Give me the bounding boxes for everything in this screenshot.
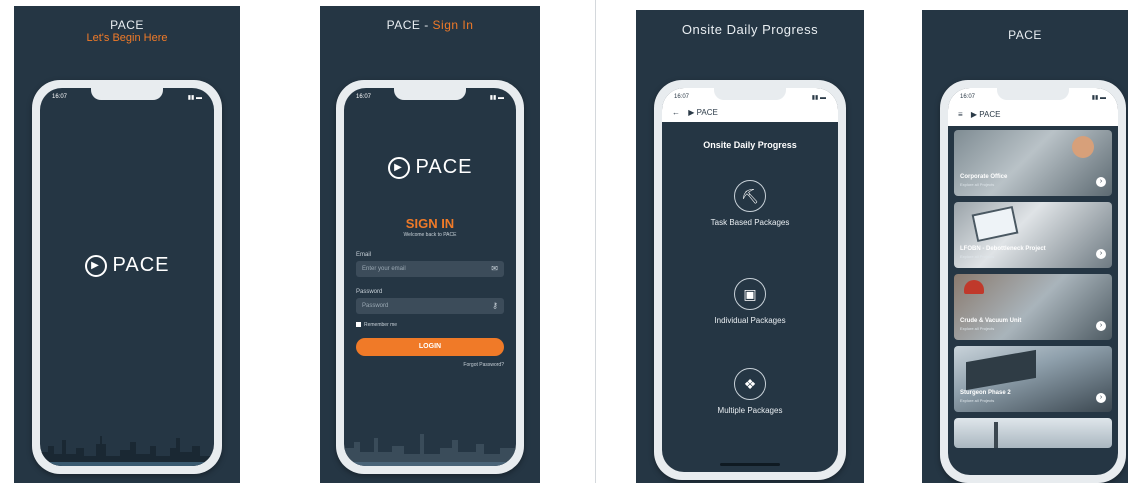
signal-battery-icon: ▮▮ ▬: [811, 95, 826, 101]
project-card[interactable]: Crude & Vacuum Unit Explore all Projects…: [954, 274, 1112, 340]
phone-screen: 16:07 ▮▮ ▬ ▶ PACE SIGN IN Welcome back to…: [344, 88, 516, 466]
header-row: ≡ ▶ PACE: [958, 110, 1108, 120]
status-time: 16:07: [52, 94, 68, 100]
pace-logo: ▶ PACE: [344, 156, 516, 179]
login-button[interactable]: LOGIN: [356, 338, 504, 356]
signin-panel: PACE - Sign In 16:07 ▮▮ ▬ ▶ PACE SIGN IN …: [320, 6, 540, 483]
status-time: 16:07: [356, 94, 372, 100]
box-icon[interactable]: ▣: [734, 278, 766, 310]
arrow-right-icon[interactable]: ›: [1096, 177, 1106, 187]
phone-frame: 16:07 ▮▮ ▬ ← ▶ PACE Onsite Daily Progres…: [654, 80, 846, 480]
phone-screen: 16:07 ▮▮ ▬ ▶ PACE: [40, 88, 214, 466]
panel-title: PACE: [1008, 28, 1042, 42]
project-card[interactable]: Corporate Office Explore all Projects ›: [954, 130, 1112, 196]
play-circle-icon: ▶: [84, 254, 107, 277]
arrow-right-icon[interactable]: ›: [1096, 321, 1106, 331]
status-time: 16:07: [674, 94, 690, 100]
welcome-text: Welcome back to PACE: [403, 232, 457, 238]
phone-screen: 16:07 ▮▮ ▬ ← ▶ PACE Onsite Daily Progres…: [662, 88, 838, 472]
status-time: 16:07: [960, 94, 976, 100]
header-row: ← ▶ PACE: [672, 108, 828, 118]
phone-notch: [714, 88, 786, 100]
play-circle-icon: ▶: [387, 156, 410, 179]
panel-title: PACE: [110, 18, 144, 32]
password-field[interactable]: Password ⚷: [356, 298, 504, 314]
city-skyline-image: [344, 434, 516, 466]
splash-panel: PACE Let's Begin Here 16:07 ▮▮ ▬ ▶ PACE: [14, 6, 240, 483]
card-subtitle: Explore all Projects: [960, 254, 995, 259]
home-indicator: [720, 463, 780, 466]
pace-logo-small: ▶ PACE: [970, 110, 1001, 119]
pace-logo-small: ▶ PACE: [688, 108, 718, 117]
signal-battery-icon: ▮▮ ▬: [187, 95, 202, 101]
page-heading: Onsite Daily Progress: [703, 140, 797, 150]
panel-title: Onsite Daily Progress: [681, 22, 819, 37]
remember-label: Remember me: [364, 322, 398, 328]
card-subtitle: Explore all Projects: [960, 182, 995, 187]
forgot-password-link[interactable]: Forgot Password?: [463, 362, 504, 368]
helmet-photo: [964, 280, 984, 294]
worker-photo: [1072, 136, 1094, 158]
card-subtitle: Explore all Projects: [960, 398, 995, 403]
envelope-icon: ✉: [491, 264, 498, 273]
card-title: Sturgeon Phase 2: [960, 390, 1011, 396]
phone-frame: 16:07 ▮▮ ▬ ▶ PACE SIGN IN Welcome back to…: [336, 80, 524, 474]
package-label[interactable]: Individual Packages: [662, 316, 838, 325]
phone-notch: [394, 88, 466, 100]
package-label[interactable]: Task Based Packages: [662, 218, 838, 227]
password-label: Password: [356, 289, 383, 295]
projects-panel: PACE 16:07 ▮▮ ▬ ≡ ▶ PACE Corporate Offic…: [922, 10, 1128, 483]
card-title: Corporate Office: [960, 174, 1008, 180]
logo-text: PACE: [112, 254, 170, 276]
tablet-photo: [971, 205, 1019, 243]
building-photo: [966, 349, 1036, 391]
email-placeholder: Enter your email: [362, 266, 406, 272]
project-card[interactable]: LFOBN - Debottleneck Project Explore all…: [954, 202, 1112, 268]
panel-title-accent: Sign In: [432, 18, 474, 32]
card-title: LFOBN - Debottleneck Project: [960, 246, 1046, 252]
phone-notch: [91, 88, 163, 100]
email-label: Email: [356, 252, 372, 258]
panel-subtitle: Let's Begin Here: [86, 32, 168, 44]
project-card[interactable]: Sturgeon Phase 2 Explore all Projects ›: [954, 346, 1112, 412]
card-title: Crude & Vacuum Unit: [960, 318, 1022, 324]
city-skyline-image: [40, 436, 214, 466]
key-icon: ⚷: [492, 301, 498, 310]
email-field[interactable]: Enter your email ✉: [356, 261, 504, 277]
pace-logo: ▶ PACE: [40, 254, 214, 277]
divider-line: [595, 0, 596, 483]
phone-screen: 16:07 ▮▮ ▬ ≡ ▶ PACE Corporate Office Exp…: [948, 88, 1118, 475]
boxes-icon[interactable]: ❖: [734, 368, 766, 400]
hamburger-icon[interactable]: ≡: [958, 110, 963, 119]
remember-me-row[interactable]: Remember me: [356, 322, 397, 328]
panel-title: PACE - Sign In: [386, 18, 474, 32]
worker-icon[interactable]: ⛏: [734, 180, 766, 212]
onsite-progress-panel: Onsite Daily Progress 16:07 ▮▮ ▬ ← ▶ PAC…: [636, 10, 864, 483]
arrow-right-icon[interactable]: ›: [1096, 393, 1106, 403]
tower-photo: [994, 422, 998, 448]
card-subtitle: Explore all Projects: [960, 326, 995, 331]
arrow-left-icon[interactable]: ←: [672, 108, 680, 117]
signin-heading: SIGN IN: [405, 216, 455, 231]
phone-frame: 16:07 ▮▮ ▬ ≡ ▶ PACE Corporate Office Exp…: [940, 80, 1126, 483]
arrow-right-icon[interactable]: ›: [1096, 249, 1106, 259]
phone-notch: [997, 88, 1069, 100]
remember-checkbox[interactable]: [356, 322, 361, 328]
project-card-partial[interactable]: [954, 418, 1112, 448]
logo-text: PACE: [415, 156, 473, 178]
password-placeholder: Password: [362, 303, 389, 309]
phone-frame: 16:07 ▮▮ ▬ ▶ PACE: [32, 80, 222, 474]
package-label[interactable]: Multiple Packages: [662, 406, 838, 415]
signal-battery-icon: ▮▮ ▬: [489, 95, 504, 101]
signal-battery-icon: ▮▮ ▬: [1091, 95, 1106, 101]
